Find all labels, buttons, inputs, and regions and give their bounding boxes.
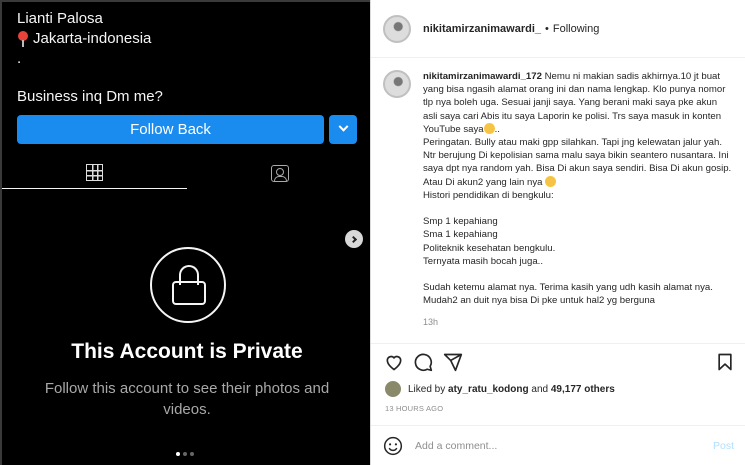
caption-line-4: Histori pendidikan di bengkulu: bbox=[423, 189, 554, 201]
caption-blank bbox=[423, 202, 734, 215]
caption-line-6: Sma 1 kepahiang bbox=[423, 229, 498, 241]
caption-line-5: Smp 1 kepahiang bbox=[423, 216, 498, 228]
follow-back-button[interactable]: Follow Back bbox=[17, 115, 324, 144]
post-header: nikitamirzanimawardi_ • Following bbox=[371, 0, 745, 58]
add-comment-bar: Post bbox=[371, 425, 745, 465]
suggestions-dropdown-button[interactable] bbox=[329, 115, 357, 144]
post-date[interactable]: 13 HOURS AGO bbox=[385, 404, 443, 413]
post-comment-button[interactable]: Post bbox=[713, 440, 734, 452]
tongue-emoji-icon bbox=[545, 175, 557, 187]
share-icon[interactable] bbox=[443, 352, 463, 372]
caption-avatar[interactable] bbox=[383, 70, 411, 98]
heart-icon[interactable] bbox=[384, 352, 404, 372]
caption-line-7: Politeknik kesehatan bengkulu. bbox=[423, 242, 556, 254]
tagged-icon bbox=[270, 164, 289, 182]
likes-summary: Liked by aty_ratu_kodong and 49,177 othe… bbox=[385, 381, 615, 397]
caption-blank bbox=[423, 268, 734, 281]
caption-username[interactable]: nikitamirzanimawardi_172 bbox=[423, 71, 542, 82]
caption-line-9: Sudah ketemu alamat nya. Terima kasih ya… bbox=[423, 282, 713, 307]
profile-location-text: Jakarta-indonesia bbox=[33, 30, 152, 47]
profile-tabs bbox=[2, 157, 370, 189]
caption-line-3: Peringatan. Bully atau maki gpp silahkan… bbox=[423, 137, 732, 188]
caption-time: 13h bbox=[423, 316, 439, 327]
private-account-title: This Account is Private bbox=[71, 340, 303, 363]
grin-emoji-icon bbox=[483, 122, 495, 134]
likes-joiner: and bbox=[531, 383, 549, 395]
save-icon[interactable] bbox=[715, 352, 735, 372]
profile-name: Lianti Palosa bbox=[17, 10, 103, 27]
tab-tagged[interactable] bbox=[187, 157, 370, 189]
tab-posts[interactable] bbox=[2, 157, 187, 189]
next-arrow-icon[interactable] bbox=[345, 230, 363, 248]
carousel-dot bbox=[183, 452, 187, 456]
liker-username[interactable]: aty_ratu_kodong bbox=[448, 384, 529, 395]
chevron-down-icon bbox=[338, 121, 348, 132]
caption-line-8: Ternyata masih bocah juga.. bbox=[423, 255, 543, 267]
lock-circle bbox=[150, 247, 226, 323]
private-profile-screenshot: Lianti Palosa Jakarta-indonesia . Busine… bbox=[0, 0, 370, 465]
liker-avatar[interactable] bbox=[385, 381, 401, 397]
grid-icon bbox=[86, 164, 103, 181]
caption-line-2: .. bbox=[494, 123, 500, 135]
post-pane: nikitamirzanimawardi_ • Following nikita… bbox=[370, 0, 745, 465]
profile-business: Business inq Dm me? bbox=[17, 88, 163, 105]
post-author-username[interactable]: nikitamirzanimawardi_ bbox=[423, 23, 541, 35]
likes-others[interactable]: 49,177 others bbox=[551, 384, 615, 395]
header-separator: • bbox=[545, 22, 549, 35]
lock-icon bbox=[172, 265, 206, 305]
profile-location: Jakarta-indonesia bbox=[17, 30, 151, 47]
avatar[interactable] bbox=[383, 14, 411, 43]
caption-text: nikitamirzanimawardi_172 Nemu ni makian … bbox=[423, 70, 734, 329]
carousel-dots bbox=[176, 452, 194, 456]
profile-bio-dot: . bbox=[17, 50, 22, 67]
comment-input[interactable] bbox=[415, 439, 713, 452]
following-button[interactable]: Following bbox=[553, 23, 599, 35]
caption-area: nikitamirzanimawardi_172 Nemu ni makian … bbox=[371, 58, 745, 343]
caption-row: nikitamirzanimawardi_172 Nemu ni makian … bbox=[383, 70, 734, 329]
likes-prefix: Liked by bbox=[408, 383, 446, 395]
carousel-dot-active bbox=[176, 452, 180, 456]
smile-icon[interactable] bbox=[383, 436, 403, 456]
private-account-subtitle: Follow this account to see their photos … bbox=[44, 380, 330, 418]
carousel-dot bbox=[190, 452, 194, 456]
pin-icon bbox=[17, 30, 29, 47]
post-actions bbox=[371, 343, 745, 377]
comment-icon[interactable] bbox=[413, 352, 433, 372]
